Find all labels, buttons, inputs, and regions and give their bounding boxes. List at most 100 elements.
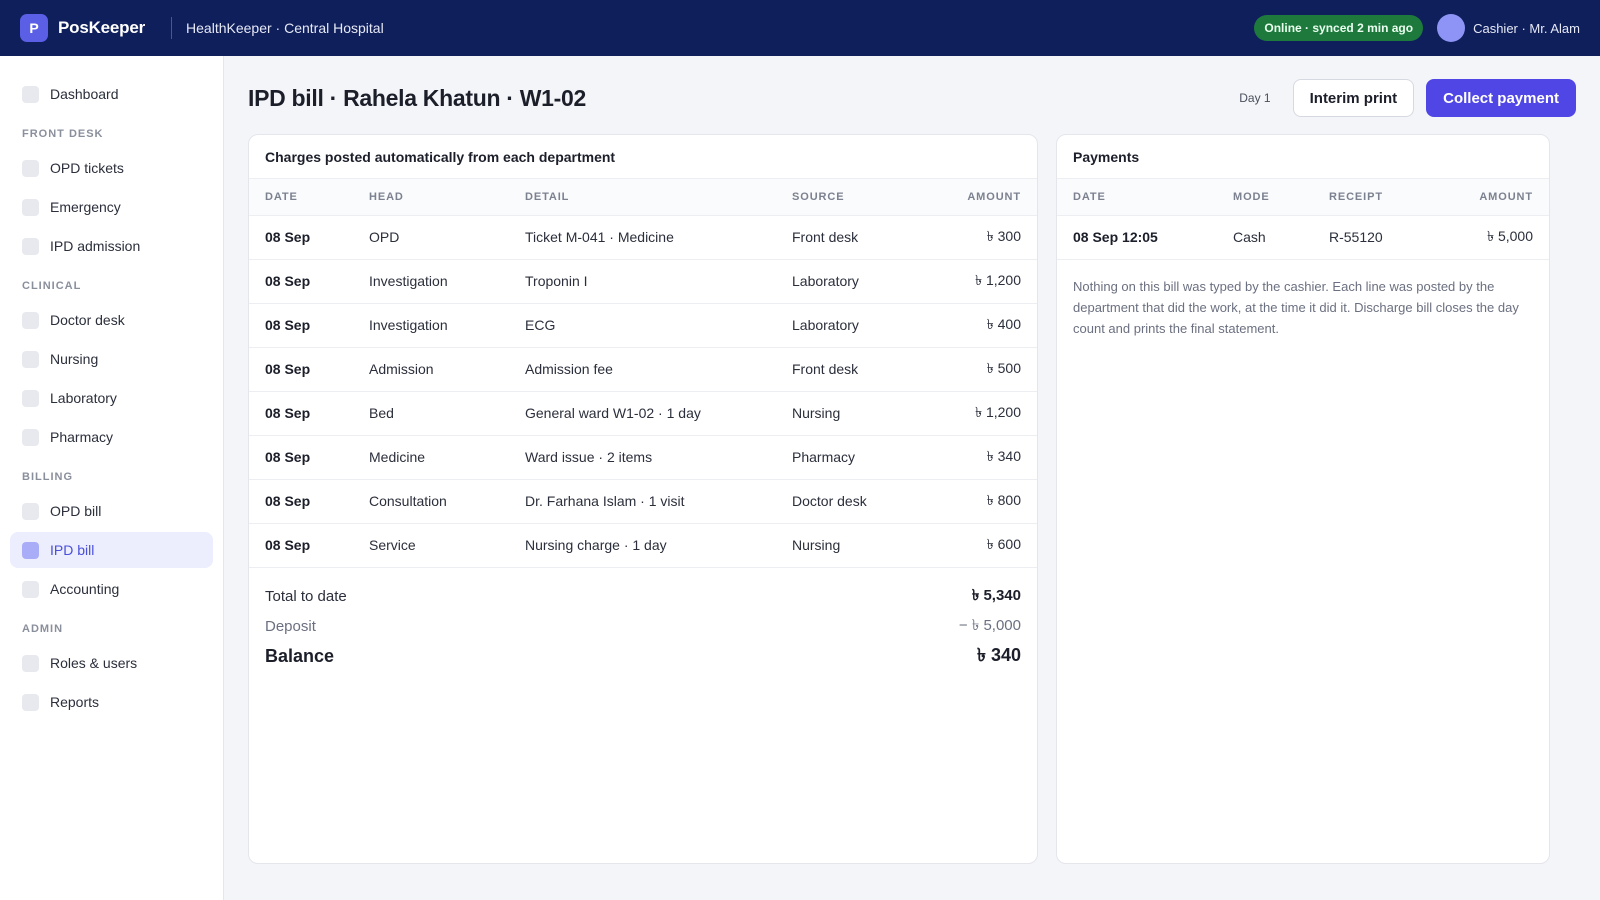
payments-table: DATE MODE RECEIPT AMOUNT 08 Sep 12:05 Ca… [1057, 179, 1549, 260]
cell-head: Admission [353, 347, 509, 392]
cell-source: Doctor desk [776, 479, 926, 524]
deposit-label: Deposit [265, 618, 316, 635]
deposit-value: − ৳ 5,000 [958, 617, 1021, 634]
sidebar-item-label: OPD bill [50, 503, 102, 519]
table-row[interactable]: 08 Sep Investigation ECG Laboratory ৳ 40… [249, 303, 1037, 348]
cell-date: 08 Sep 12:05 [1057, 215, 1217, 260]
cell-source: Front desk [776, 347, 926, 392]
payments-card-title: Payments [1057, 135, 1549, 179]
charges-card: Charges posted automatically from each d… [248, 134, 1038, 864]
collect-payment-button[interactable]: Collect payment [1426, 79, 1576, 117]
total-to-date-label: Total to date [265, 588, 347, 605]
charges-table: DATE HEAD DETAIL SOURCE AMOUNT 08 Sep OP… [249, 179, 1037, 568]
payments-card: Payments DATE MODE RECEIPT AMOUNT 08 Sep… [1056, 134, 1550, 864]
header-actions: Day 1 Interim print Collect payment [1239, 79, 1576, 117]
topbar-right: Online · synced 2 min ago Cashier · Mr. … [1254, 14, 1580, 42]
interim-print-button[interactable]: Interim print [1292, 79, 1415, 117]
cell-head: Service [353, 523, 509, 568]
col-header-amount: AMOUNT [1443, 179, 1549, 216]
sidebar-item-opd-tickets[interactable]: OPD tickets [10, 150, 213, 186]
cell-amount: ৳ 400 [926, 303, 1037, 348]
cell-detail: Ticket M-041 · Medicine [509, 215, 776, 260]
col-header-date: DATE [1057, 179, 1217, 216]
table-row[interactable]: 08 Sep Service Nursing charge · 1 day Nu… [249, 523, 1037, 568]
col-header-date: DATE [249, 179, 353, 216]
app-logo-icon[interactable]: P [20, 14, 48, 42]
sidebar-item-emergency[interactable]: Emergency [10, 189, 213, 225]
sidebar-item-ipd-bill[interactable]: IPD bill [10, 532, 213, 568]
sidebar-item-nursing[interactable]: Nursing [10, 341, 213, 377]
sidebar-item-dashboard[interactable]: Dashboard [10, 76, 213, 112]
cell-receipt: R-55120 [1313, 215, 1443, 260]
sidebar-item-opd-bill[interactable]: OPD bill [10, 493, 213, 529]
sidebar-item-laboratory[interactable]: Laboratory [10, 380, 213, 416]
cell-date: 08 Sep [249, 259, 353, 304]
total-to-date-row: Total to date ৳ 5,340 [265, 582, 1021, 612]
sidebar-section-clinical: CLINICAL [22, 280, 82, 292]
sidebar-section-front-desk: FRONT DESK [22, 128, 104, 140]
col-header-receipt: RECEIPT [1313, 179, 1443, 216]
cell-amount: ৳ 340 [926, 435, 1037, 480]
page-title: IPD bill · Rahela Khatun · W1-02 [248, 84, 586, 111]
dashboard-icon [22, 85, 39, 103]
cell-detail: Ward issue · 2 items [509, 435, 776, 480]
sidebar-item-label: IPD admission [50, 238, 141, 254]
payments-table-header: DATE MODE RECEIPT AMOUNT [1057, 179, 1549, 216]
emergency-icon [22, 198, 39, 216]
charges-table-header: DATE HEAD DETAIL SOURCE AMOUNT [249, 179, 1037, 216]
sidebar-item-label: Reports [50, 694, 100, 710]
user-avatar[interactable] [1437, 14, 1466, 42]
cell-head: Medicine [353, 435, 509, 480]
table-row[interactable]: 08 Sep Investigation Troponin I Laborato… [249, 259, 1037, 304]
cell-date: 08 Sep [249, 479, 353, 524]
cell-mode: Cash [1217, 215, 1313, 260]
col-header-head: HEAD [353, 179, 509, 216]
sidebar-item-label: Dashboard [50, 86, 119, 102]
main-content: IPD bill · Rahela Khatun · W1-02 Day 1 I… [224, 56, 1600, 900]
sidebar-item-accounting[interactable]: Accounting [10, 571, 213, 607]
sidebar-item-label: Emergency [50, 199, 121, 215]
balance-row: Balance ৳ 340 [265, 642, 1021, 672]
balance-value: ৳ 340 [977, 645, 1021, 665]
cell-amount: ৳ 600 [926, 523, 1037, 568]
organization-name: HealthKeeper · Central Hospital [186, 20, 384, 36]
doctor-desk-icon [22, 311, 39, 329]
cell-date: 08 Sep [249, 347, 353, 392]
accounting-icon [22, 580, 39, 598]
table-row[interactable]: 08 Sep OPD Ticket M-041 · Medicine Front… [249, 215, 1037, 260]
table-row[interactable]: 08 Sep Bed General ward W1-02 · 1 day Nu… [249, 391, 1037, 436]
cell-detail: Admission fee [509, 347, 776, 392]
cell-detail: General ward W1-02 · 1 day [509, 391, 776, 436]
sidebar-item-label: Doctor desk [50, 312, 125, 328]
top-bar: P PosKeeper HealthKeeper · Central Hospi… [0, 0, 1600, 56]
table-row[interactable]: 08 Sep Medicine Ward issue · 2 items Pha… [249, 435, 1037, 480]
table-row[interactable]: 08 Sep Admission Admission fee Front des… [249, 347, 1037, 392]
balance-label: Balance [265, 646, 335, 666]
sidebar-item-pharmacy[interactable]: Pharmacy [10, 419, 213, 455]
cell-source: Front desk [776, 215, 926, 260]
cell-head: Investigation [353, 303, 509, 348]
opd-tickets-icon [22, 159, 39, 177]
user-name[interactable]: Cashier · Mr. Alam [1473, 21, 1580, 36]
cards-row: Charges posted automatically from each d… [248, 134, 1576, 864]
cell-source: Laboratory [776, 303, 926, 348]
bill-totals: Total to date ৳ 5,340 Deposit − ৳ 5,000 … [249, 568, 1037, 672]
table-row[interactable]: 08 Sep 12:05 Cash R-55120 ৳ 5,000 [1057, 215, 1549, 260]
cell-detail: Nursing charge · 1 day [509, 523, 776, 568]
sidebar-item-roles-users[interactable]: Roles & users [10, 645, 213, 681]
sidebar-section-admin: ADMIN [22, 623, 64, 635]
sidebar-item-ipd-admission[interactable]: IPD admission [10, 228, 213, 264]
roles-users-icon [22, 654, 39, 672]
deposit-row: Deposit − ৳ 5,000 [265, 612, 1021, 642]
cell-amount: ৳ 1,200 [926, 391, 1037, 436]
cell-amount: ৳ 500 [926, 347, 1037, 392]
cell-head: Bed [353, 391, 509, 436]
table-row[interactable]: 08 Sep Consultation Dr. Farhana Islam · … [249, 479, 1037, 524]
sidebar-item-reports[interactable]: Reports [10, 684, 213, 720]
cell-head: OPD [353, 215, 509, 260]
cell-date: 08 Sep [249, 523, 353, 568]
cell-source: Pharmacy [776, 435, 926, 480]
sidebar-item-doctor-desk[interactable]: Doctor desk [10, 302, 213, 338]
cell-amount: ৳ 1,200 [926, 259, 1037, 304]
ipd-bill-icon [22, 541, 39, 559]
